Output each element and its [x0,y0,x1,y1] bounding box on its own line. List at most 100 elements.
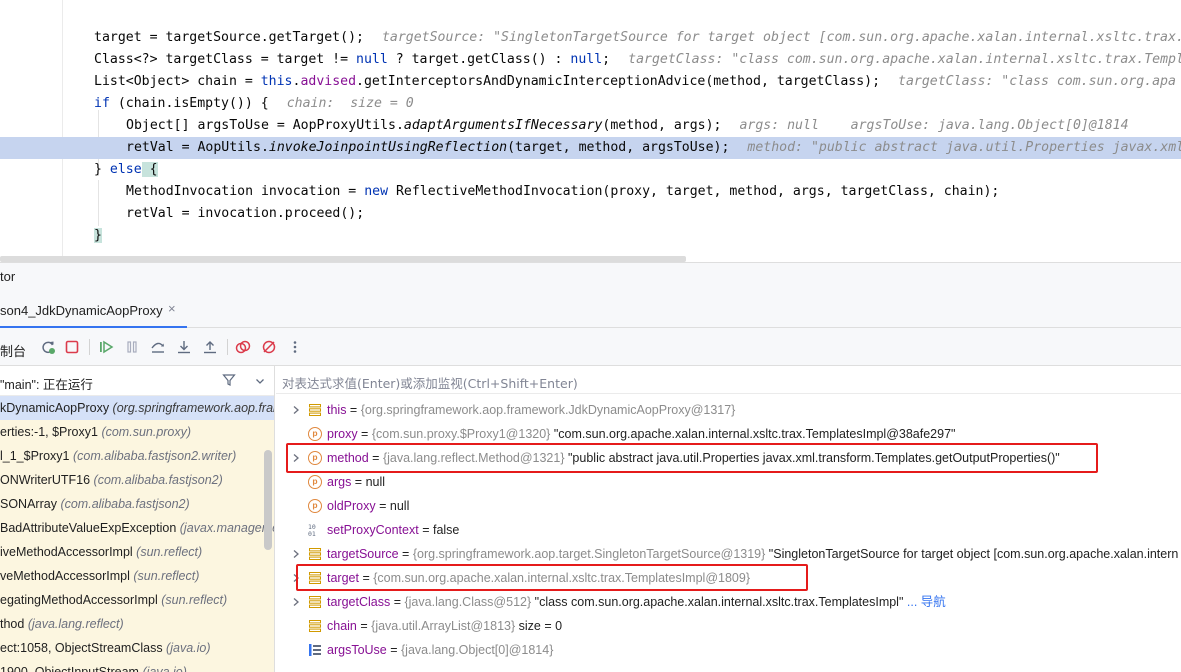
variable-row[interactable]: targetClass = {java.lang.Class@512} "cla… [276,590,1181,614]
stack-frame[interactable]: thod (java.lang.reflect) [0,612,274,636]
chevron-down-icon[interactable] [254,374,266,392]
variable-row[interactable]: this = {org.springframework.aop.framewor… [276,398,1181,422]
stack-frame[interactable]: ONWriterUTF16 (com.alibaba.fastjson2) [0,468,274,492]
variable-reference: {org.springframework.aop.target.Singleto… [412,547,766,561]
code-line[interactable]: Object[] argsToUse = AopProxyUtils.adapt… [0,115,1181,137]
variable-value: "SingletonTargetSource for target object… [768,547,1179,561]
chevron-right-icon[interactable] [290,446,302,470]
variable-row[interactable]: 10 01 setProxyContext = false [276,518,1181,542]
variable-value: null [389,499,410,513]
stack-frame[interactable]: 1900, ObjectInputStream (java.io) [0,660,274,672]
stack-frame[interactable]: BadAttributeValueExpException (javax.man… [0,516,274,540]
thread-selector[interactable]: "main": 正在运行 [0,366,274,396]
stack-frame[interactable]: ect:1058, ObjectStreamClass (java.io) [0,636,274,660]
equals-sign: = [398,547,413,561]
variable-text: proxy = {com.sun.proxy.$Proxy1@1320} "co… [327,422,955,446]
stack-frame[interactable]: iveMethodAccessorImpl (sun.reflect) [0,540,274,564]
frames-scrollbar[interactable] [264,450,272,550]
chevron-right-icon[interactable] [290,590,302,614]
variable-reference: {java.lang.reflect.Method@1321} [382,451,565,465]
code-token: Class<?> targetClass = target != [94,52,357,67]
variable-value: size = 0 [518,619,563,633]
variable-row[interactable]: argsToUse = {java.lang.Object[0]@1814} [276,638,1181,662]
variable-text: oldProxy = null [327,494,409,518]
chevron-right-icon[interactable] [290,566,302,590]
code-line[interactable]: retVal = invocation.proceed(); [0,203,1181,225]
step-over-icon[interactable] [148,337,168,357]
variable-value: "public abstract java.util.Properties ja… [568,451,1060,465]
frame-method: iveMethodAccessorImpl [0,545,137,559]
frame-method: ONWriterUTF16 [0,473,94,487]
svg-text:01: 01 [308,530,316,537]
code-line[interactable]: target = targetSource.getTarget(); target… [0,27,1181,49]
variable-name: this [327,403,347,417]
frame-package: (sun.reflect) [136,545,203,559]
rerun-icon[interactable] [38,337,58,357]
stack-frame[interactable]: egatingMethodAccessorImpl (sun.reflect) [0,588,274,612]
more-icon[interactable] [285,337,305,357]
variable-reference: {com.sun.org.apache.xalan.internal.xsltc… [373,571,750,585]
code-line[interactable]: List<Object> chain = this.advised.getInt… [0,71,1181,93]
chevron-right-icon[interactable] [290,398,302,422]
chevron-right-icon[interactable] [290,542,302,566]
parameter-icon: p [308,451,322,465]
navigate-link[interactable]: ... 导航 [903,595,946,609]
variable-value: null [365,475,386,489]
parameter-icon: p [308,475,322,489]
frame-method: SONArray [0,497,61,511]
variable-text: target = {com.sun.org.apache.xalan.inter… [327,566,750,590]
code-token: MethodInvocation invocation = [126,184,365,199]
code-token: ; [602,52,611,67]
view-breakpoints-icon[interactable] [233,337,253,357]
evaluate-expression-field[interactable]: 对表达式求值(Enter)或添加监视(Ctrl+Shift+Enter) [276,366,1181,394]
variable-name: args [327,475,352,489]
step-into-icon[interactable] [174,337,194,357]
code-line[interactable]: } [0,225,1181,247]
variable-row[interactable]: target = {com.sun.org.apache.xalan.inter… [276,566,1181,590]
thread-label: "main": 正在运行 [0,378,93,392]
variable-row[interactable]: p method = {java.lang.reflect.Method@1321… [276,446,1181,470]
variable-row[interactable]: p oldProxy = null [276,494,1181,518]
resume-icon[interactable] [96,337,116,357]
variable-name: oldProxy [327,499,376,513]
inline-debug-value: args: null argsToUse: java.lang.Object[0… [739,118,1129,133]
code-line[interactable]: retVal = AopUtils.invokeJoinpointUsingRe… [0,137,1181,159]
code-line[interactable]: MethodInvocation invocation = new Reflec… [0,181,1181,203]
stack-frame[interactable]: erties:-1, $Proxy1 (com.sun.proxy) [0,420,274,444]
variable-name: setProxyContext [327,523,419,537]
stop-icon[interactable] [62,337,82,357]
variable-value: "class com.sun.org.apache.xalan.internal… [534,595,904,609]
variable-row[interactable]: targetSource = {org.springframework.aop.… [276,542,1181,566]
stack-frame[interactable]: l_1_$Proxy1 (com.alibaba.fastjson2.write… [0,444,274,468]
inline-debug-value: chain: size = 0 [286,96,414,111]
code-token: target = targetSource.getTarget(); [94,30,364,45]
equals-sign: = [418,523,433,537]
code-line[interactable]: Class<?> targetClass = target != null ? … [0,49,1181,71]
variable-row[interactable]: p proxy = {com.sun.proxy.$Proxy1@1320} "c… [276,422,1181,446]
variable-row[interactable]: chain = {java.util.ArrayList@1813} size … [276,614,1181,638]
console-tab[interactable]: 制台 [0,341,26,360]
code-token: retVal = invocation.proceed(); [126,206,365,221]
pause-icon[interactable] [122,337,142,357]
code-editor[interactable]: target = targetSource.getTarget(); target… [0,0,1181,262]
stack-frame[interactable]: SONArray (com.alibaba.fastjson2) [0,492,274,516]
code-line[interactable]: if (chain.isEmpty()) {chain: size = 0 [0,93,1181,115]
frame-package: (com.sun.proxy) [101,425,192,439]
filter-icon[interactable] [222,373,236,392]
field-icon [308,571,322,585]
step-out-icon[interactable] [200,337,220,357]
frame-package: (java.lang.reflect) [27,617,124,631]
code-token: ? target.getClass() : [387,52,571,67]
stack-frame[interactable]: kDynamicAopProxy (org.springframework.ao… [0,396,274,420]
code-line[interactable]: } else { [0,159,1181,181]
field-icon [308,547,322,561]
equals-sign: = [357,427,372,441]
variable-row[interactable]: p args = null [276,470,1181,494]
close-icon[interactable]: × [168,301,176,316]
session-tab[interactable]: son4_JdkDynamicAopProxy × [0,288,187,328]
mute-breakpoints-icon[interactable] [259,337,279,357]
frame-package: (com.alibaba.fastjson2.writer) [72,449,237,463]
stack-frame[interactable]: veMethodAccessorImpl (sun.reflect) [0,564,274,588]
tool-window-title: tor [0,269,16,284]
code-token: } [94,162,110,177]
